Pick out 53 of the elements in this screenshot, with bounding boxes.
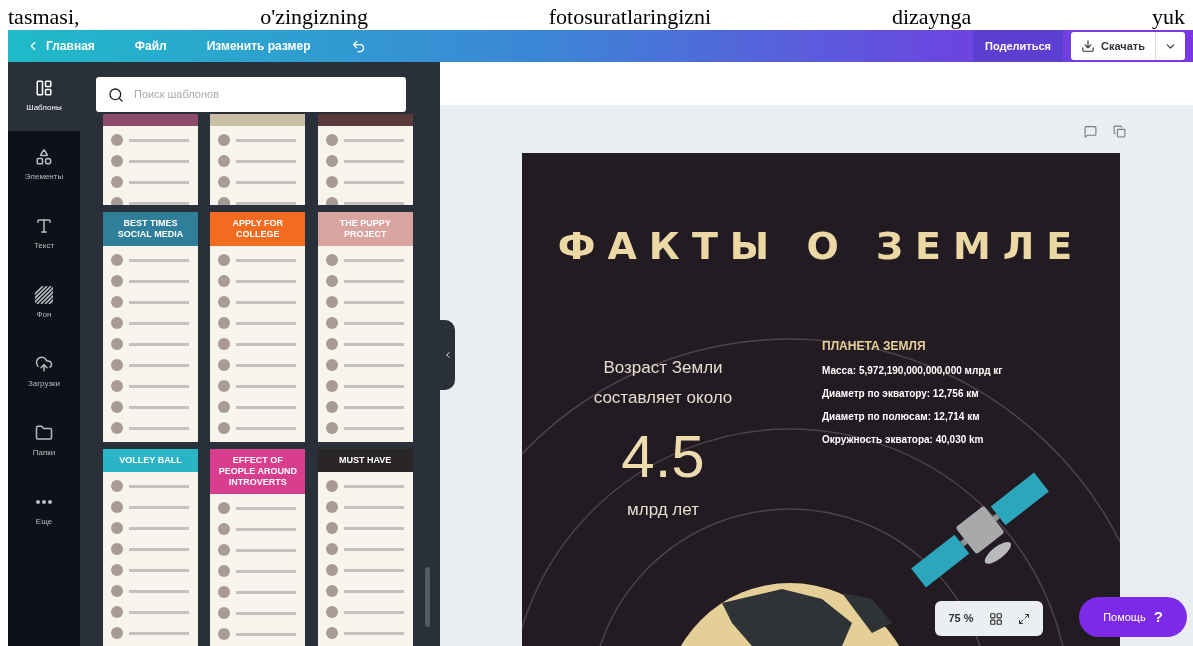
design-title: ФАКТЫ О ЗЕМЛЕ: [557, 223, 1085, 270]
rail-tab[interactable]: Еще: [8, 476, 80, 545]
document-word: o'zingizning: [260, 4, 368, 30]
folder-icon: [35, 424, 53, 442]
shapes-icon: [35, 148, 53, 166]
document-word: fotosuratlaringizni: [548, 4, 712, 30]
template-title: VOLLEY BALL: [118, 455, 183, 466]
upload-icon: [35, 355, 53, 373]
more-icon: [36, 500, 52, 504]
fact-line: Диаметр по полюсам: 12,714 км: [822, 410, 981, 424]
age-value: 4.5: [621, 422, 705, 492]
comment-icon[interactable]: [1084, 125, 1097, 138]
facts-heading: ПЛАНЕТА ЗЕМЛЯ: [822, 338, 927, 355]
collapse-handle[interactable]: [440, 320, 455, 390]
rail-tab[interactable]: Элементы: [8, 131, 80, 200]
template-title: APPLY FOR COLLEGE: [231, 218, 285, 240]
rail-tab[interactable]: Шаблоны: [8, 62, 80, 131]
template-thumbnail[interactable]: EFFECT OF PEOPLE AROUND INTROVERTS: [210, 449, 306, 646]
grid-icon[interactable]: [988, 611, 1003, 626]
search-field[interactable]: Поиск шаблонов: [96, 77, 406, 112]
hatch-icon: [35, 286, 53, 304]
template-thumbnail[interactable]: BEST TIMES SOCIAL MEDIA: [103, 212, 198, 442]
template-title: BEST TIMES SOCIAL MEDIA: [116, 218, 185, 240]
download-button[interactable]: Скачать: [1071, 32, 1185, 60]
document-word: dizaynga: [891, 4, 972, 30]
copy-icon[interactable]: [1113, 125, 1126, 138]
rail-tab[interactable]: Папки: [8, 407, 80, 476]
rail-tab[interactable]: Загрузки: [8, 338, 80, 407]
fact-line: Диаметр по экватору: 12,756 км: [822, 387, 980, 401]
document-word: tasmasi,: [8, 4, 80, 30]
download-label: Скачать: [1101, 38, 1145, 54]
age-caption: Возраст Земли составляет около: [592, 357, 734, 409]
expand-icon[interactable]: [1017, 612, 1030, 625]
rail-tab[interactable]: Фон: [8, 269, 80, 338]
template-title: MUST HAVE: [338, 455, 393, 466]
template-title: EFFECT OF PEOPLE AROUND INTROVERTS: [217, 455, 298, 488]
undo-icon[interactable]: [350, 38, 366, 54]
age-unit: млрд лет: [627, 499, 699, 521]
fact-line: Окружность экватора: 40,030 km: [822, 433, 985, 447]
layout-icon: [35, 79, 53, 97]
share-button[interactable]: Поделиться: [973, 30, 1064, 62]
download-icon: [1081, 39, 1096, 53]
template-thumbnail[interactable]: MUST HAVE: [317, 449, 413, 646]
document-word: yuk: [1151, 4, 1185, 30]
search-icon: [108, 86, 124, 103]
search-input[interactable]: Поиск шаблонов: [134, 86, 394, 103]
scrollbar: [425, 567, 430, 627]
text-icon: [35, 217, 53, 235]
zoom-level[interactable]: 75 %: [948, 610, 974, 627]
fact-line: Масса: 5,972,190,000,000,000 млрд кг: [822, 364, 1003, 378]
template-title: THE PUPPY PROJECT: [338, 218, 392, 240]
rail-tab[interactable]: Текст: [8, 200, 80, 269]
help-button[interactable]: Помощь ?: [1079, 597, 1187, 637]
